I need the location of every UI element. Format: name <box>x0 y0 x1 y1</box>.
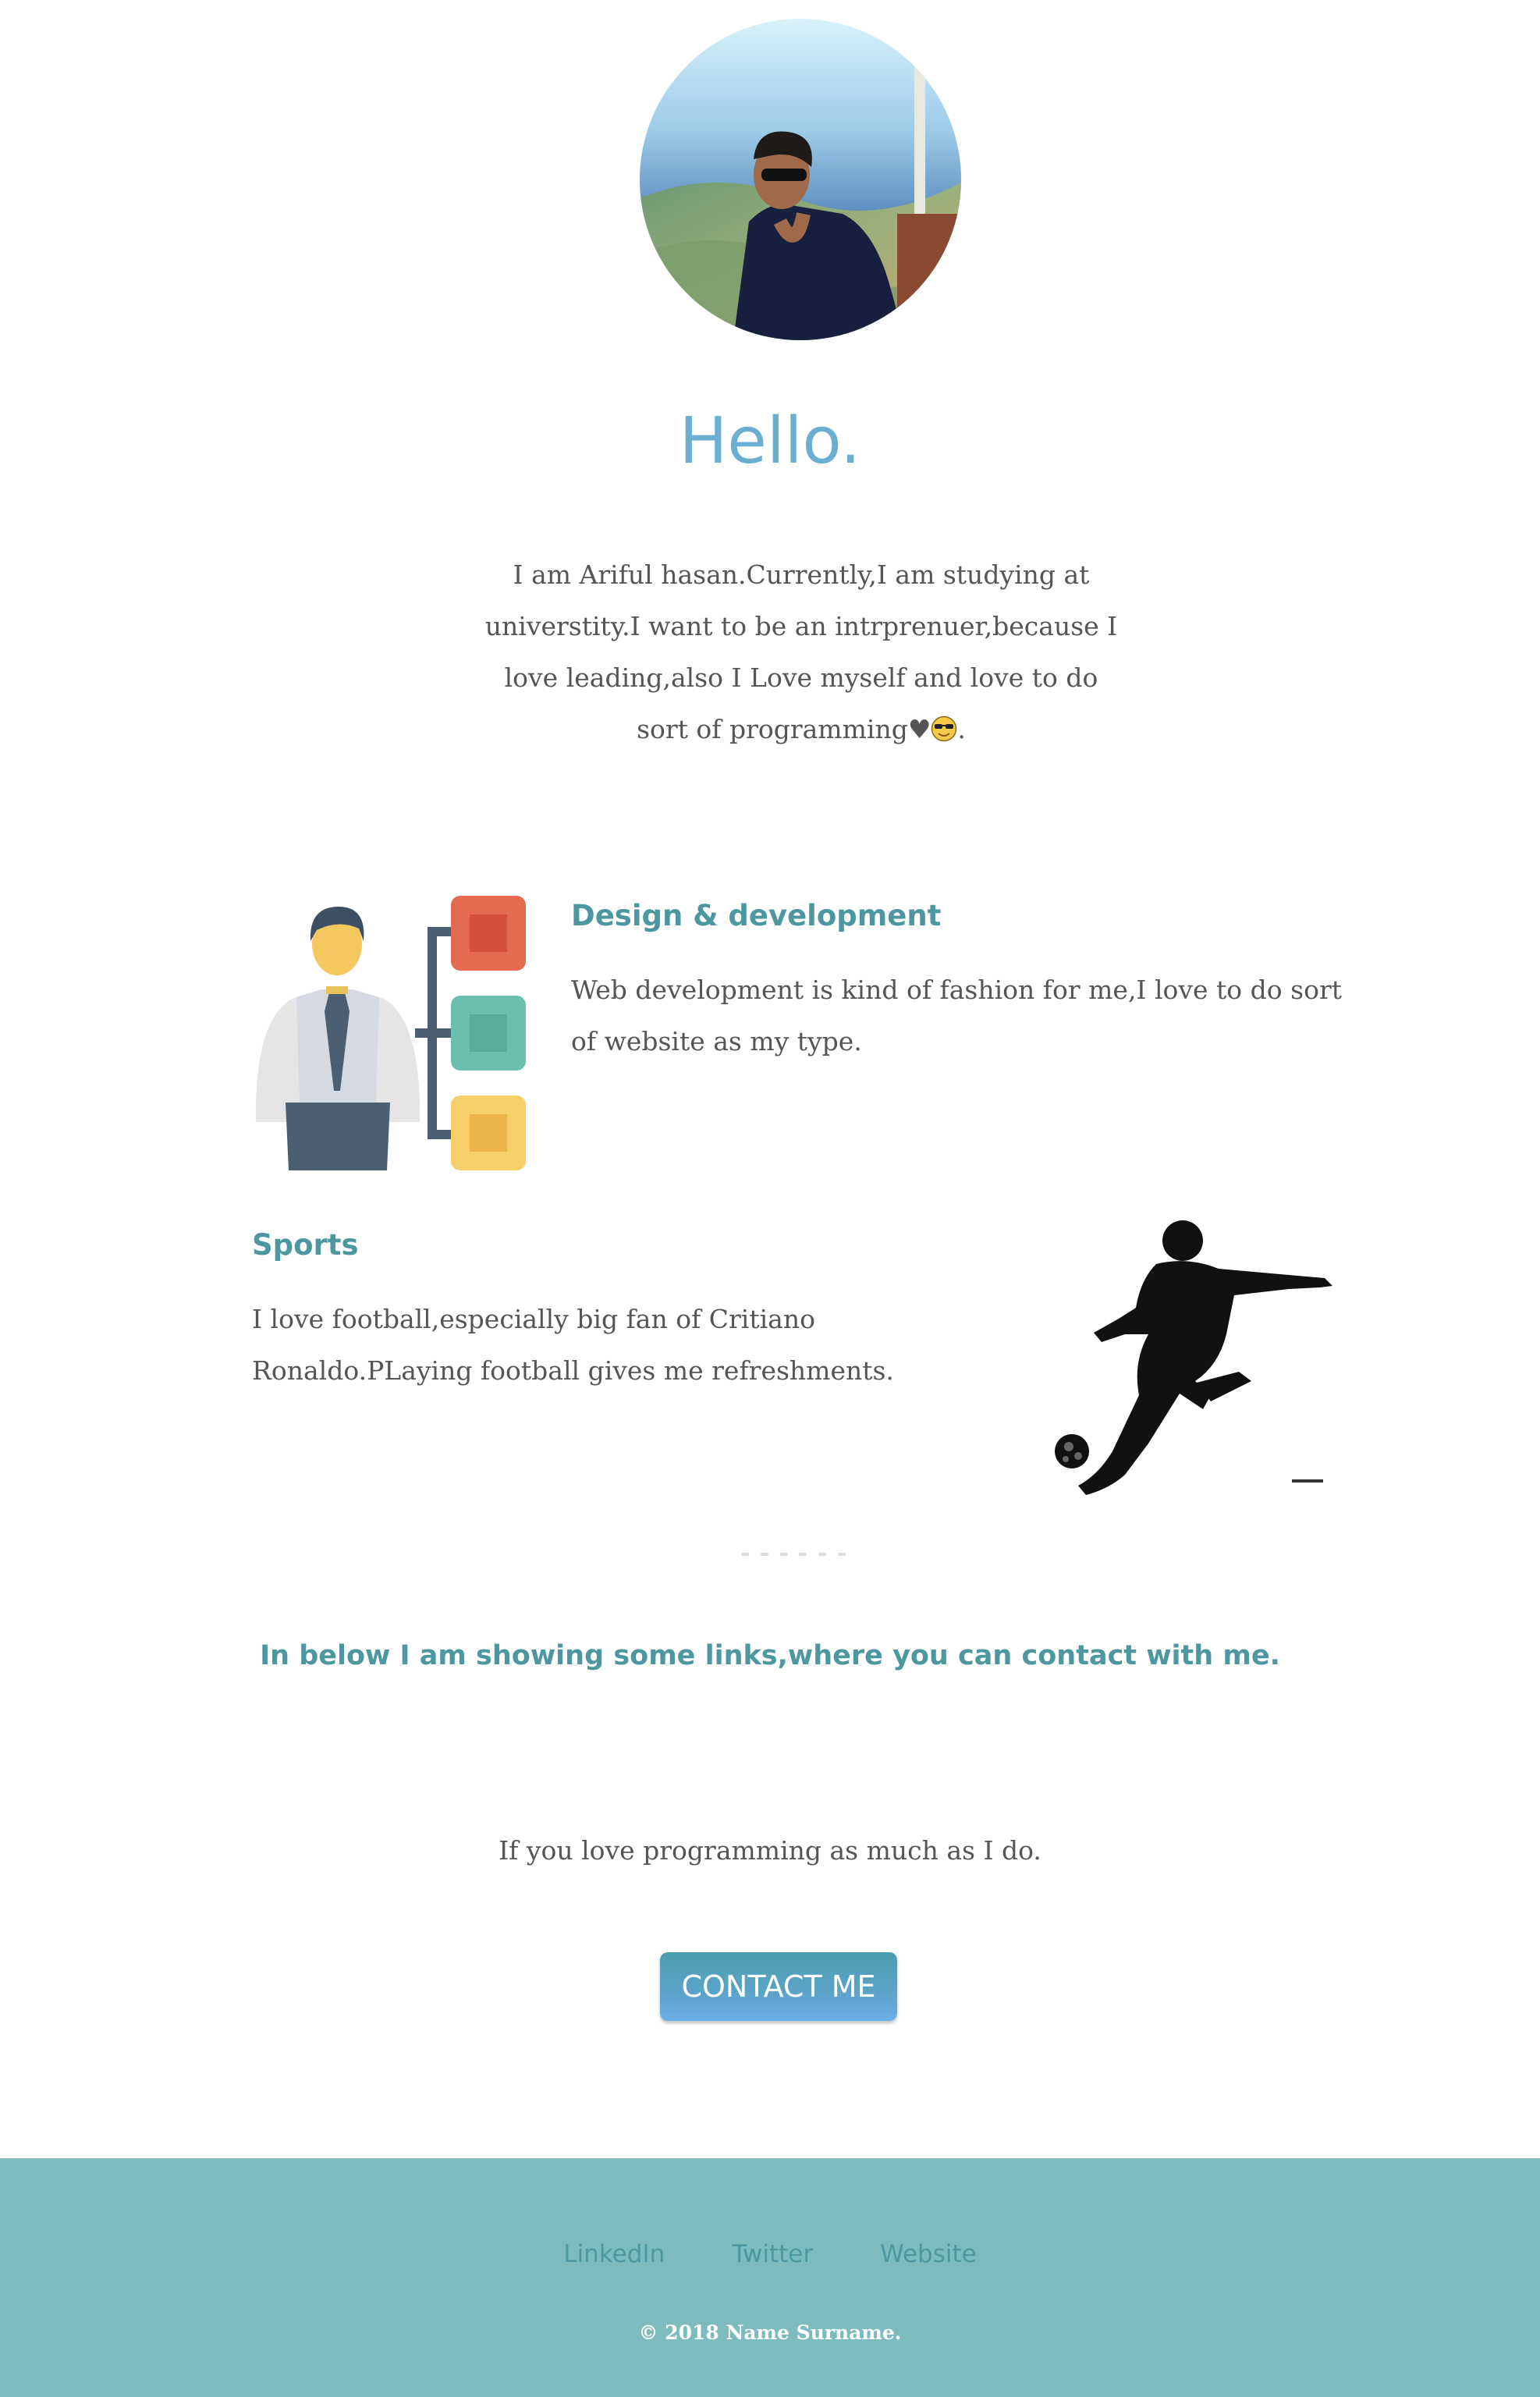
profile-photo <box>640 19 961 340</box>
businessman-flowchart-icon <box>255 896 526 1170</box>
contact-prompt: If you love programming as much as I do. <box>499 1835 1041 1866</box>
footballer-silhouette-icon <box>1055 1220 1332 1495</box>
page-title: Hello. <box>679 404 861 478</box>
bio-end: . <box>957 714 966 744</box>
bio-text: I am Ariful hasan.Currently,I am studyin… <box>477 549 1125 755</box>
sports-text: I love football,especially big fan of Cr… <box>252 1304 894 1386</box>
page: Hello. I am Ariful hasan.Currently,I am … <box>0 0 1540 2397</box>
sunglasses-emoji-icon <box>931 716 957 742</box>
footer-link-website[interactable]: Website <box>880 2235 977 2274</box>
bio-body: I am Ariful hasan.Currently,I am studyin… <box>484 559 1118 744</box>
footer: LinkedIn Twitter Website © 2018 Name Sur… <box>0 2158 1540 2397</box>
section-divider <box>741 1553 846 1557</box>
heart-icon: ♥ <box>907 714 931 744</box>
sports-heading: Sports <box>252 1228 359 1262</box>
contact-me-button[interactable]: CONTACT ME <box>660 1952 897 2021</box>
design-heading: Design & development <box>571 899 942 932</box>
footer-link-twitter[interactable]: Twitter <box>732 2235 813 2274</box>
copyright-text: © 2018 Name Surname. <box>638 2321 902 2344</box>
footer-link-linkedin[interactable]: LinkedIn <box>563 2235 665 2274</box>
avatar <box>640 19 961 340</box>
links-heading: In below I am showing some links,where y… <box>260 1640 1280 1671</box>
design-text: Web development is kind of fashion for m… <box>571 975 1342 1056</box>
footer-links: LinkedIn Twitter Website <box>0 2235 1540 2274</box>
